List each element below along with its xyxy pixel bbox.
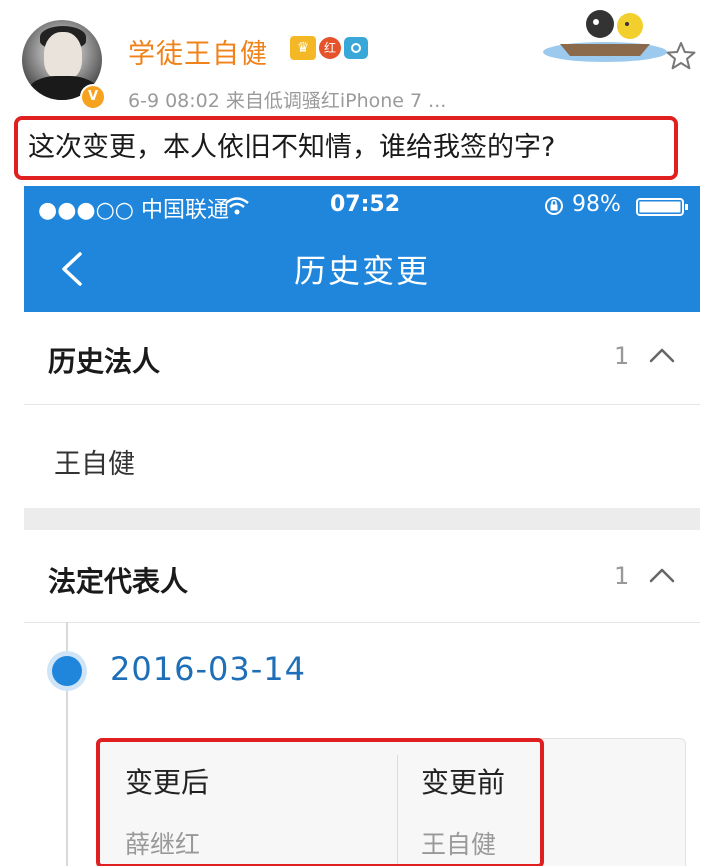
section-gap: [24, 508, 700, 530]
section-legal-representative: 法定代表人 1 2016-03-14 变更后 薛继红 变更前 王自健: [24, 530, 700, 866]
post-caption: 这次变更，本人依旧不知情，谁给我签的字?: [14, 116, 678, 180]
battery-percent: 98%: [572, 192, 621, 217]
verified-badge-icon: V: [80, 84, 106, 110]
carrier-label: ●●●○○ 中国联通: [38, 198, 229, 223]
section-label: 法定代表人: [48, 565, 189, 598]
rotation-lock-icon: [545, 197, 563, 215]
timeline-dot-icon: [52, 656, 82, 686]
red-badge-icon: 红: [319, 37, 341, 59]
boat-decoration-icon: [543, 10, 667, 62]
section-count: 1: [614, 342, 630, 370]
section-header-legal-representative[interactable]: 法定代表人 1: [24, 530, 700, 622]
post-meta: 6-9 08:02 来自低调骚红iPhone 7 ...: [128, 90, 447, 112]
divider: [24, 622, 700, 623]
user-badges: ♛ 红: [290, 36, 368, 60]
status-time: 07:52: [330, 192, 401, 217]
history-legal-person-value: 王自健: [54, 449, 135, 480]
post-header: V 学徒王自健 ♛ 红 6-9 08:02 来自低调骚红iPhone 7 ...: [0, 0, 723, 112]
status-bar: ●●●○○ 中国联通 07:52 98%: [24, 186, 700, 226]
section-header-history-legal-person[interactable]: 历史法人 1: [24, 312, 700, 404]
divider: [24, 404, 700, 405]
battery-icon: [636, 198, 688, 216]
wifi-icon: [225, 197, 249, 215]
highlight-box: [96, 738, 544, 866]
embedded-phone-screenshot: ●●●○○ 中国联通 07:52 98% 历史变更 历史法人 1 王自健 法定代…: [24, 186, 700, 866]
nav-bar: 历史变更: [24, 226, 700, 312]
star-icon[interactable]: [665, 40, 697, 72]
username[interactable]: 学徒王自健: [128, 32, 268, 71]
chevron-up-icon[interactable]: [648, 566, 676, 584]
screenshot-page: V 学徒王自健 ♛ 红 6-9 08:02 来自低调骚红iPhone 7 ...…: [0, 0, 723, 866]
camera-icon: [344, 37, 368, 59]
page-title: 历史变更: [293, 252, 430, 290]
chevron-up-icon[interactable]: [648, 346, 676, 364]
change-date: 2016-03-14: [110, 650, 306, 688]
crown-icon: ♛: [290, 36, 316, 60]
section-count: 1: [614, 562, 630, 590]
section-history-legal-person: 历史法人 1 王自健: [24, 312, 700, 508]
section-label: 历史法人: [48, 345, 161, 378]
